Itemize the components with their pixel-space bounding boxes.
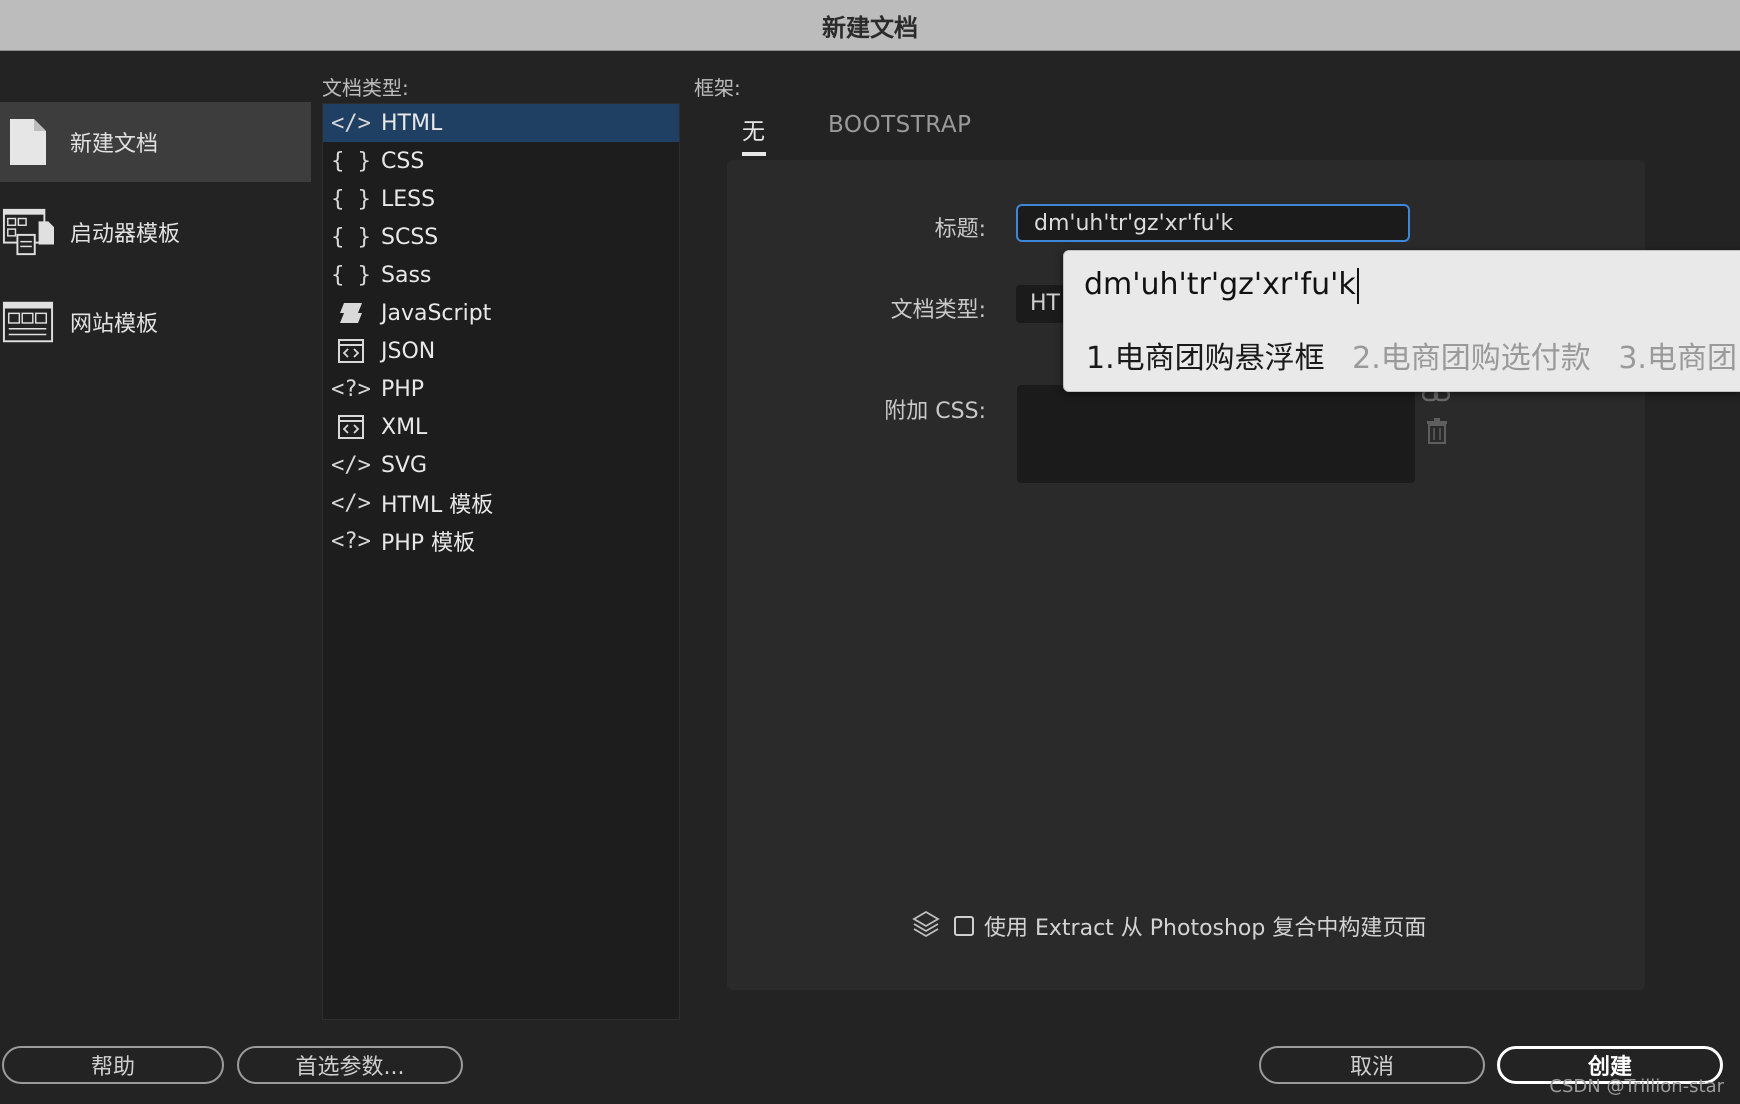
window-titlebar: 新建文档: [0, 0, 1740, 51]
doctype-label: JavaScript: [381, 300, 492, 326]
doctype-item-less[interactable]: { } LESS: [323, 180, 679, 218]
watermark: CSDN @Trillion-star: [1549, 1076, 1724, 1097]
help-button[interactable]: 帮助: [2, 1046, 224, 1084]
doctype-label: HTML 模板: [381, 493, 494, 518]
sidebar-item-label: 启动器模板: [70, 222, 181, 247]
braces-icon: { }: [331, 148, 371, 174]
code-icon: </>: [331, 490, 371, 516]
ime-candidate[interactable]: 2.电商团购选付款: [1352, 341, 1591, 376]
code-box-icon: [329, 339, 373, 363]
ime-composition: dm'uh'tr'gz'xr'fu'k: [1084, 267, 1359, 304]
doctype-item-scss[interactable]: { } SCSS: [323, 218, 679, 256]
doctype-label: PHP: [381, 376, 425, 402]
doctype-item-php[interactable]: <?> PHP: [323, 370, 679, 408]
tab-none[interactable]: 无: [742, 112, 766, 146]
tab-bootstrap[interactable]: BOOTSTRAP: [828, 112, 971, 138]
ime-candidate[interactable]: 1.电商团购悬浮框: [1086, 341, 1325, 376]
cancel-button[interactable]: 取消: [1259, 1046, 1485, 1084]
doctype-item-css[interactable]: { } CSS: [323, 142, 679, 180]
sidebar-item-new-document[interactable]: 新建文档: [0, 102, 311, 182]
script-icon: [329, 301, 373, 325]
code-box-icon: [329, 415, 373, 439]
php-code-icon: <?>: [331, 376, 371, 402]
doctype-section-label: 文档类型:: [322, 76, 409, 100]
trash-icon[interactable]: [1426, 418, 1448, 448]
layers-icon: [912, 910, 940, 942]
preferences-button[interactable]: 首选参数...: [237, 1046, 463, 1084]
attach-css-label: 附加 CSS:: [884, 399, 986, 424]
php-code-icon: <?>: [331, 528, 371, 554]
doctype-item-html-template[interactable]: </> HTML 模板: [323, 484, 679, 522]
ime-candidate-popup[interactable]: dm'uh'tr'gz'xr'fu'k 1.电商团购悬浮框 2.电商团购选付款 …: [1063, 250, 1740, 392]
sidebar-item-label: 网站模板: [70, 312, 159, 337]
doctype-label: HTML: [381, 110, 443, 136]
doctype-item-php-template[interactable]: <?> PHP 模板: [323, 522, 679, 560]
window-title: 新建文档: [822, 13, 918, 42]
sidebar-item-label: 新建文档: [70, 132, 159, 157]
doctype-item-xml[interactable]: XML: [323, 408, 679, 446]
doctype-label: Sass: [381, 262, 432, 288]
doctype-item-javascript[interactable]: JavaScript: [323, 294, 679, 332]
braces-icon: { }: [331, 262, 371, 288]
doctype-field-label: 文档类型:: [890, 298, 986, 323]
braces-icon: { }: [331, 186, 371, 212]
site-template-icon: [2, 296, 54, 348]
doctype-label: PHP 模板: [381, 531, 476, 556]
active-tab-indicator: [742, 152, 766, 156]
doctype-label: XML: [381, 414, 428, 440]
extract-option[interactable]: 使用 Extract 从 Photoshop 复合中构建页面: [912, 910, 1426, 942]
sidebar-item-starter-templates[interactable]: 启动器模板: [0, 192, 311, 272]
braces-icon: { }: [331, 224, 371, 250]
ime-candidate[interactable]: 3.电商团: [1618, 341, 1737, 376]
attach-css-list[interactable]: [1017, 385, 1415, 483]
code-icon: </>: [331, 452, 371, 478]
doctype-list[interactable]: </> HTML { } CSS { } LESS { } SCSS { } S…: [322, 103, 680, 1020]
doctype-label: SCSS: [381, 224, 439, 250]
starter-template-icon: [2, 206, 54, 258]
doctype-item-sass[interactable]: { } Sass: [323, 256, 679, 294]
ime-candidate-list: 1.电商团购悬浮框 2.电商团购选付款 3.电商团: [1086, 333, 1740, 377]
doctype-label: CSS: [381, 148, 425, 174]
doctype-label: JSON: [381, 338, 436, 364]
extract-label: 使用 Extract 从 Photoshop 复合中构建页面: [984, 916, 1427, 941]
doctype-item-svg[interactable]: </> SVG: [323, 446, 679, 484]
doctype-label: SVG: [381, 452, 428, 478]
framework-section-label: 框架:: [694, 76, 741, 100]
code-icon: </>: [331, 110, 371, 136]
doctype-item-html[interactable]: </> HTML: [323, 104, 679, 142]
title-input[interactable]: [1016, 204, 1410, 242]
doctype-item-json[interactable]: JSON: [323, 332, 679, 370]
doctype-label: LESS: [381, 186, 436, 212]
document-icon: [2, 116, 54, 168]
extract-checkbox[interactable]: [954, 916, 974, 936]
title-label: 标题:: [934, 217, 986, 242]
sidebar-item-site-templates[interactable]: 网站模板: [0, 282, 311, 362]
